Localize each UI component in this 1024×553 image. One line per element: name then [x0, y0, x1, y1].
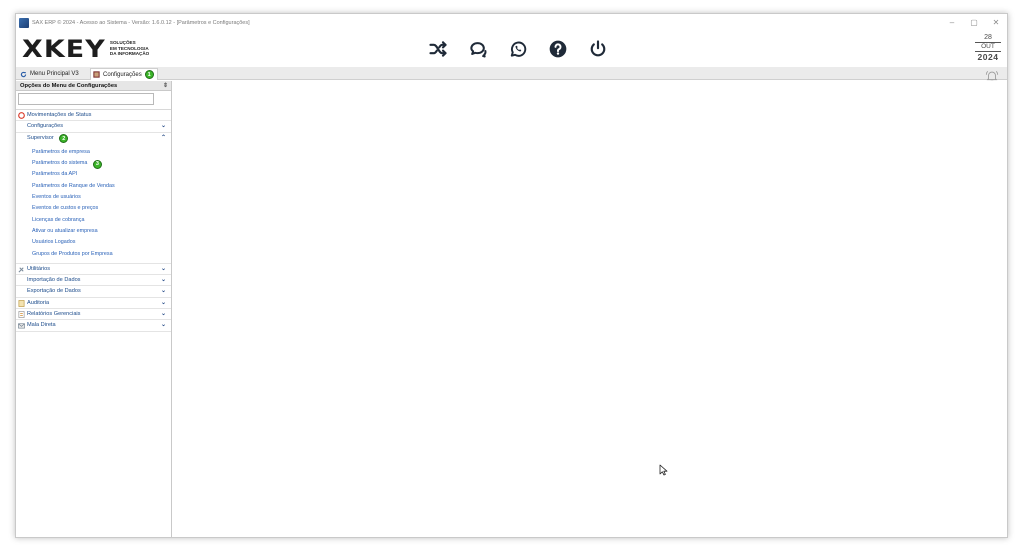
minimize-button[interactable]: – — [941, 14, 963, 31]
chevron-down-icon: ⌄ — [160, 277, 166, 284]
menu-item-licencas-cobranca[interactable]: Licenças de cobrança — [16, 215, 171, 226]
menu-item-parametros-empresa[interactable]: Parâmetros de empresa — [16, 147, 171, 158]
tab-configuracoes[interactable]: Configurações 1 — [90, 68, 158, 80]
chevron-up-icon: ⌃ — [160, 134, 166, 141]
shuffle-button[interactable] — [426, 37, 450, 61]
status-icon — [18, 112, 25, 119]
header-toolbar — [426, 37, 626, 61]
menu-tree: Movimentações de Status Configurações ⌄ … — [16, 109, 171, 332]
section-label: Auditoria — [27, 299, 50, 306]
tab-menu-principal[interactable]: Menu Principal V3 — [18, 68, 88, 80]
date-month: OUT — [975, 43, 1001, 52]
tools-icon — [18, 267, 24, 273]
menu-item-parametros-ranque[interactable]: Parâmetros de Ranque de Vendas — [16, 181, 171, 192]
step-badge: 1 — [144, 70, 154, 79]
panel-header: Opções do Menu de Configurações ⇕ — [16, 81, 171, 91]
power-button[interactable] — [586, 37, 610, 61]
menu-item-eventos-custos[interactable]: Eventos de custos e preços — [16, 203, 171, 214]
panel-title: Opções do Menu de Configurações — [20, 83, 118, 89]
tab-label: Configurações — [103, 71, 142, 78]
section-label: Supervisor — [27, 134, 54, 141]
panel-pin-button[interactable]: ⇕ — [163, 81, 168, 91]
menu-item-eventos-usuarios[interactable]: Eventos de usuários — [16, 192, 171, 203]
date-display: 28 OUT 2024 — [975, 34, 1001, 63]
menu-section-configuracoes[interactable]: Configurações ⌄ — [16, 121, 171, 133]
menu-item-ativar-empresa[interactable]: Ativar ou atualizar empresa — [16, 226, 171, 237]
menu-item-label: Parâmetros do sistema — [32, 160, 88, 167]
menu-section-relatorios[interactable]: Relatórios Gerenciais ⌄ — [16, 309, 171, 321]
restore-button[interactable]: ▢ — [963, 14, 985, 31]
audit-icon — [18, 299, 25, 307]
section-label: Configurações — [27, 123, 64, 130]
chevron-down-icon: ⌄ — [160, 311, 166, 318]
chat-icon — [470, 42, 487, 58]
menu-section-auditoria[interactable]: Auditoria ⌄ — [16, 298, 171, 310]
menu-item-grupos-produtos[interactable]: Grupos de Produtos por Empresa — [16, 249, 171, 260]
section-label: Movimentações de Status — [27, 112, 92, 118]
close-button[interactable]: ✕ — [985, 14, 1007, 31]
menu-filter-input[interactable] — [18, 93, 154, 105]
whatsapp-button[interactable] — [506, 37, 530, 61]
help-icon — [549, 40, 567, 58]
menu-item-parametros-sistema[interactable]: Parâmetros do sistema 3 — [16, 158, 171, 170]
logo-tag-line: DA INFORMAÇÃO — [109, 51, 150, 57]
date-day: 28 — [975, 34, 1001, 43]
config-menu-panel: Opções do Menu de Configurações ⇕ Movime… — [16, 81, 172, 537]
mouse-cursor-icon — [659, 464, 668, 476]
menu-section-utilitarios[interactable]: Utilitários ⌄ — [16, 264, 171, 276]
section-label: Mala Direta — [27, 322, 56, 329]
tab-label: Menu Principal V3 — [30, 71, 79, 77]
menu-item-parametros-api[interactable]: Parâmetros da API — [16, 169, 171, 180]
menu-section-importacao[interactable]: Importação de Dados ⌄ — [16, 275, 171, 287]
step-badge: 3 — [92, 160, 102, 170]
section-label: Exportação de Dados — [27, 288, 81, 295]
chevron-down-icon: ⌄ — [160, 322, 166, 329]
logo-mark: XKEY — [22, 34, 106, 63]
settings-icon — [93, 71, 100, 78]
window-title: SAX ERP © 2024 - Acesso ao Sistema - Ver… — [32, 19, 250, 26]
menu-section-exportacao[interactable]: Exportação de Dados ⌄ — [16, 286, 171, 298]
application-window: SAX ERP © 2024 - Acesso ao Sistema - Ver… — [15, 13, 1008, 538]
mail-icon — [18, 323, 25, 329]
report-icon — [18, 311, 25, 318]
refresh-icon — [20, 71, 27, 77]
date-year: 2024 — [977, 52, 999, 62]
tab-strip: Menu Principal V3 Configurações 1 — [16, 67, 1007, 80]
chevron-down-icon: ⌄ — [160, 123, 166, 130]
shuffle-icon — [429, 41, 447, 57]
app-header: XKEY SOLUÇÕES EM TECNOLOGIA DA INFORMAÇÃ… — [16, 31, 1007, 66]
chevron-down-icon: ⌄ — [160, 288, 166, 295]
menu-item-usuarios-logados[interactable]: Usuários Logados — [16, 237, 171, 248]
whatsapp-icon — [510, 41, 527, 57]
title-bar: SAX ERP © 2024 - Acesso ao Sistema - Ver… — [16, 14, 1007, 31]
app-icon — [19, 17, 29, 28]
chevron-down-icon: ⌄ — [160, 265, 166, 272]
section-label: Utilitários — [27, 265, 51, 272]
power-icon — [590, 40, 606, 57]
company-logo: XKEY SOLUÇÕES EM TECNOLOGIA DA INFORMAÇÃ… — [22, 34, 149, 63]
chevron-down-icon: ⌄ — [160, 299, 166, 306]
chat-button[interactable] — [466, 37, 490, 61]
menu-section-mala-direta[interactable]: Mala Direta ⌄ — [16, 320, 171, 332]
step-badge: 2 — [59, 134, 69, 144]
main-content-area — [173, 81, 1007, 537]
section-label: Importação de Dados — [27, 277, 81, 284]
menu-section-movimentacoes[interactable]: Movimentações de Status — [16, 110, 171, 122]
help-button[interactable] — [546, 37, 570, 61]
section-label: Relatórios Gerenciais — [27, 311, 81, 318]
menu-section-supervisor[interactable]: Supervisor 2 ⌃ — [16, 133, 171, 144]
logo-tagline: SOLUÇÕES EM TECNOLOGIA DA INFORMAÇÃO — [110, 40, 149, 57]
